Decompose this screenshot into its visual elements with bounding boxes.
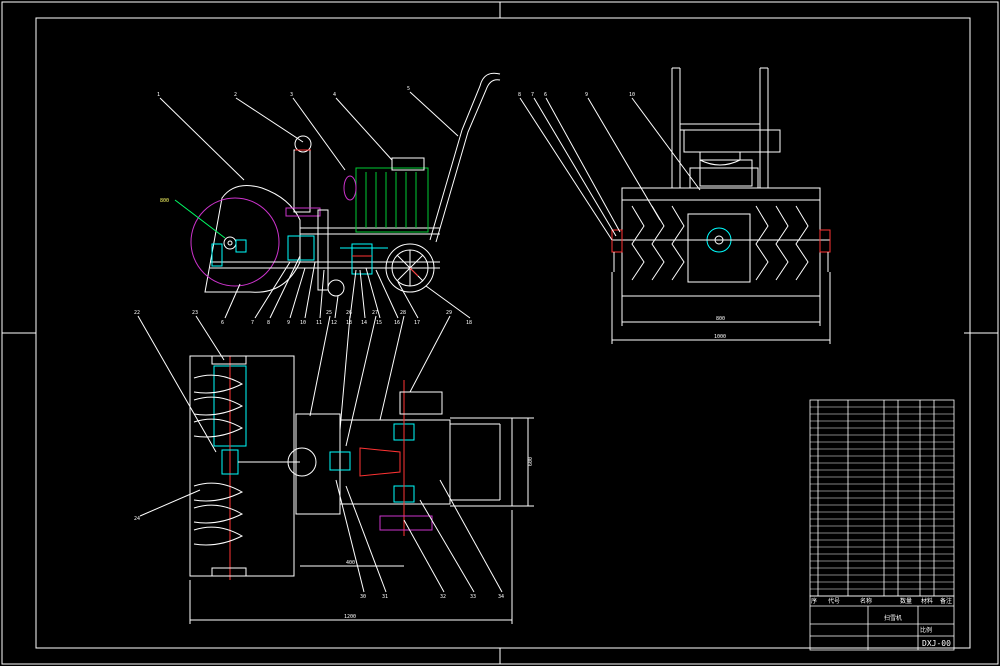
side-view — [159, 72, 501, 319]
header-cell-code: 代号 — [828, 597, 840, 605]
motor — [355, 167, 429, 233]
front-leader-9: 9 — [585, 92, 588, 98]
top-leader-33: 33 — [470, 594, 476, 600]
side-leader-9: 9 — [287, 320, 290, 326]
scale-label: 比例 — [920, 626, 932, 634]
side-callout: 800 — [160, 198, 169, 204]
title-block-text: 序 代号 名称 数量 材料 备注 扫雪机 比例 DXJ-00 — [811, 597, 952, 648]
side-leader-15: 15 — [376, 320, 382, 326]
front-dim-overall: 1000 — [714, 334, 726, 340]
top-dim-offset: 400 — [346, 560, 355, 566]
front-leader-10: 10 — [629, 92, 635, 98]
top-leader-32: 32 — [440, 594, 446, 600]
header-cell-seq: 序 — [811, 597, 817, 605]
header-cell-qty: 数量 — [900, 597, 912, 605]
top-leader-23: 23 — [192, 310, 198, 316]
top-leader-30: 30 — [360, 594, 366, 600]
header-cell-material: 材料 — [921, 597, 933, 605]
header-cell-remark: 备注 — [940, 597, 952, 605]
top-leader-27: 27 — [372, 310, 378, 316]
side-leader-18: 18 — [466, 320, 472, 326]
top-leader-26: 26 — [346, 310, 352, 316]
side-leader-6: 6 — [221, 320, 224, 326]
top-leader-34: 34 — [498, 594, 504, 600]
top-leader-28: 28 — [400, 310, 406, 316]
front-leader-7: 7 — [531, 92, 534, 98]
cad-drawing: 1 2 3 4 5 6 7 8 9 10 11 12 13 14 15 16 1… — [1, 1, 999, 665]
side-leader-3: 3 — [290, 92, 293, 98]
parts-list-rows — [810, 406, 954, 590]
front-dim-width: 800 — [716, 316, 725, 322]
title-name: 扫雪机 — [884, 614, 902, 622]
top-leader-31: 31 — [382, 594, 388, 600]
top-leader-29: 29 — [446, 310, 452, 316]
side-leader-10: 10 — [300, 320, 306, 326]
side-leader-8: 8 — [267, 320, 270, 326]
front-leader-6: 6 — [544, 92, 547, 98]
drawing-number: DXJ-00 — [922, 639, 951, 648]
header-cell-name: 名称 — [860, 597, 872, 605]
front-view — [519, 67, 831, 344]
side-view-leader-labels: 1 2 3 4 5 6 7 8 9 10 11 12 13 14 15 16 1… — [157, 86, 472, 326]
side-leader-7: 7 — [251, 320, 254, 326]
top-leader-25: 25 — [326, 310, 332, 316]
top-leader-22: 22 — [134, 310, 140, 316]
top-dim-depth: 600 — [528, 457, 534, 466]
side-leader-14: 14 — [361, 320, 367, 326]
auger-housing-circle — [190, 197, 280, 287]
side-leader-17: 17 — [414, 320, 420, 326]
side-leader-5: 5 — [407, 86, 410, 92]
side-leader-11: 11 — [316, 320, 322, 326]
top-dim-length: 1200 — [344, 614, 356, 620]
top-view — [137, 315, 534, 624]
side-leader-1: 1 — [157, 92, 160, 98]
side-leader-12: 12 — [331, 320, 337, 326]
side-leader-2: 2 — [234, 92, 237, 98]
outer-border — [1, 1, 999, 665]
top-leader-24: 24 — [134, 516, 140, 522]
side-leader-16: 16 — [394, 320, 400, 326]
side-leader-4: 4 — [333, 92, 336, 98]
front-leader-8: 8 — [518, 92, 521, 98]
center-marks — [2, 2, 998, 664]
parts-list — [809, 399, 955, 597]
